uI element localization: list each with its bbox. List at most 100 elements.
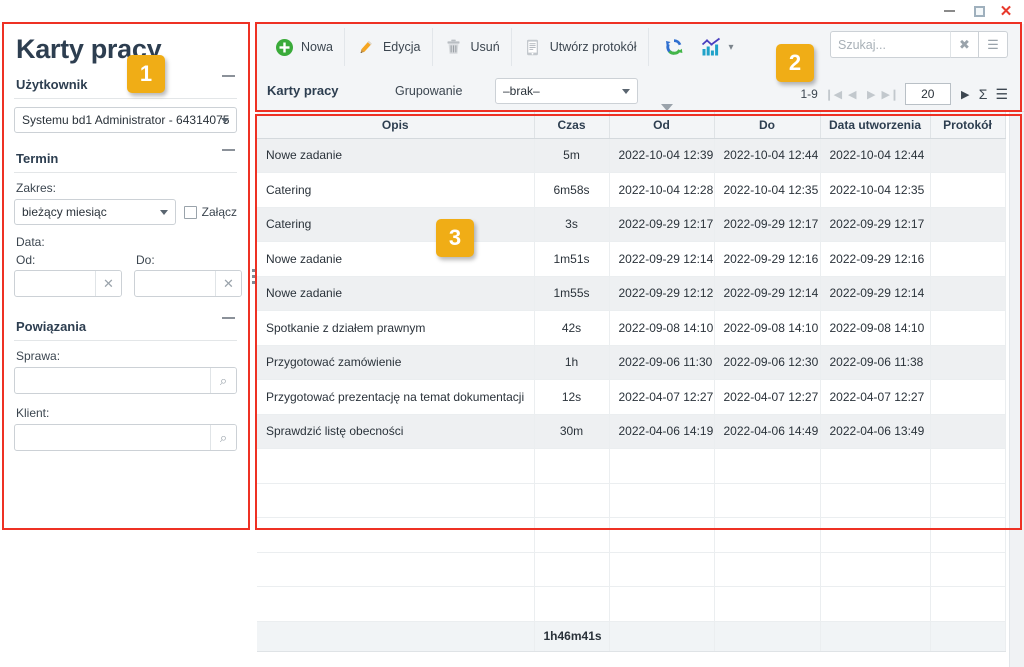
zalacz-checkbox[interactable] <box>183 205 197 219</box>
cell-protokol <box>930 379 1006 415</box>
plus-circle-icon <box>274 37 294 57</box>
chart-dropdown-caret-icon[interactable]: ▾ <box>729 42 734 53</box>
next-page-icon[interactable]: ▶ <box>864 85 879 103</box>
user-select[interactable]: Systemu bd1 Administrator - 64314075 <box>14 107 237 133</box>
klient-input[interactable] <box>15 425 210 450</box>
chart-button[interactable]: ▾ <box>694 28 740 66</box>
cell-do: 2022-04-07 12:27 <box>714 379 821 415</box>
cell-opis: Spotkanie z działem prawnym <box>257 310 535 346</box>
column-header-protokol[interactable]: Protokół <box>930 112 1006 139</box>
sprawa-field[interactable]: ⌕ <box>14 367 237 394</box>
application-window: ✕ Karty pracy Użytkownik Systemu bd1 Adm… <box>0 0 1024 667</box>
filter-sidebar: Karty pracy Użytkownik Systemu bd1 Admin… <box>4 24 247 528</box>
prev-page-icon[interactable]: ◀ <box>845 85 860 103</box>
cell-empty <box>930 517 1006 553</box>
table-row-empty[interactable] <box>257 483 1006 518</box>
cell-empty <box>930 483 1006 518</box>
cell-protokol <box>930 241 1006 277</box>
cell-opis: Catering <box>257 207 535 242</box>
cell-empty <box>257 448 535 484</box>
create-protocol-button[interactable]: Utwórz protokół <box>512 28 649 66</box>
table-row[interactable]: Przygotować zamówienie 1h 2022-09-06 11:30… <box>257 345 1006 380</box>
table-row[interactable]: Nowe zadanie 1m55s 2022-09-29 12:12 2022-09… <box>257 276 1006 311</box>
close-icon[interactable]: ✕ <box>994 1 1024 21</box>
data-label: Data: <box>16 235 45 249</box>
cell-protokol <box>930 172 1006 208</box>
table-row[interactable]: Catering 3s 2022-09-29 12:17 2022-09-29 12:… <box>257 207 1006 242</box>
cell-czas: 42s <box>534 310 610 346</box>
search-input[interactable] <box>830 31 950 58</box>
table-row[interactable]: Catering 6m58s 2022-10-04 12:28 2022-10-04 … <box>257 172 1006 208</box>
do-date-field[interactable]: ✕ <box>134 270 242 297</box>
zalacz-checkbox-wrap[interactable]: Załącz <box>183 205 237 219</box>
collapse-icon[interactable] <box>222 149 235 151</box>
table-row[interactable]: Sprawdzić listę obecności 30m 2022-04-06 1… <box>257 414 1006 449</box>
klient-field[interactable]: ⌕ <box>14 424 237 451</box>
cell-empty <box>930 552 1006 587</box>
search-icon[interactable]: ⌕ <box>210 425 236 450</box>
chevron-down-icon <box>221 118 229 123</box>
table-row-empty[interactable] <box>257 448 1006 484</box>
column-header-opis[interactable]: Opis <box>257 112 535 139</box>
cell-empty <box>257 586 535 622</box>
page-size-input[interactable] <box>904 83 951 105</box>
delete-button[interactable]: Usuń <box>433 28 512 66</box>
sprawa-input[interactable] <box>15 368 210 393</box>
od-date-field[interactable]: ✕ <box>14 270 122 297</box>
go-page-icon[interactable]: ▶ <box>958 85 973 103</box>
refresh-button[interactable] <box>649 28 694 66</box>
column-header-czas[interactable]: Czas <box>534 112 610 139</box>
table-row[interactable]: Nowe zadanie 5m 2022-10-04 12:39 2022-10-04… <box>257 138 1006 173</box>
table-row-empty[interactable] <box>257 517 1006 553</box>
table-row[interactable]: Nowe zadanie 1m51s 2022-09-29 12:14 2022-09… <box>257 241 1006 277</box>
clear-icon[interactable]: ✕ <box>95 271 121 296</box>
last-page-icon[interactable]: ▶❙ <box>881 85 899 103</box>
collapse-icon[interactable] <box>222 75 235 77</box>
collapse-icon[interactable] <box>222 317 235 319</box>
column-header-od[interactable]: Od <box>609 112 715 139</box>
sum-icon[interactable]: Σ <box>977 86 990 102</box>
grouping-select[interactable]: –brak– <box>495 77 638 104</box>
document-icon <box>523 37 543 57</box>
do-label: Do: <box>136 253 155 267</box>
klient-label: Klient: <box>16 406 50 420</box>
table-row[interactable]: Spotkanie z działem prawnym 42s 2022-09-08… <box>257 310 1006 346</box>
cell-empty <box>820 517 931 553</box>
first-page-icon[interactable]: ❙◀ <box>824 85 842 103</box>
cell-empty <box>609 552 715 587</box>
cell-do: 2022-04-06 14:49 <box>714 414 821 449</box>
grid-header-row: Opis Czas Od Do Data utworzenia Protokół <box>257 112 1006 139</box>
table-row[interactable]: Przygotować prezentację na temat dokumen… <box>257 379 1006 415</box>
table-row-empty[interactable] <box>257 552 1006 587</box>
clear-icon[interactable]: ✕ <box>215 271 241 296</box>
search-menu-icon[interactable]: ☰ <box>979 31 1008 58</box>
minimize-icon[interactable] <box>934 1 964 21</box>
column-header-data-utworzenia[interactable]: Data utworzenia <box>820 112 931 139</box>
vertical-scrollbar[interactable] <box>1009 112 1024 667</box>
search-box: ✖ ☰ <box>830 31 1008 58</box>
zakres-select[interactable]: bieżący miesiąc <box>14 199 176 225</box>
search-icon[interactable]: ⌕ <box>210 368 236 393</box>
od-date-input[interactable] <box>15 271 95 296</box>
table-row-empty[interactable] <box>257 586 1006 622</box>
cell-utworzenia: 2022-04-06 13:49 <box>820 414 931 449</box>
maximize-icon[interactable] <box>964 1 994 21</box>
cell-czas: 6m58s <box>534 172 610 208</box>
cell-empty <box>257 517 535 553</box>
cell-do: 2022-09-08 14:10 <box>714 310 821 346</box>
cell-protokol <box>930 276 1006 311</box>
section-header-uzytkownik: Użytkownik <box>14 73 237 99</box>
edit-button[interactable]: Edycja <box>345 28 433 66</box>
do-date-input[interactable] <box>135 271 215 296</box>
search-clear-icon[interactable]: ✖ <box>950 31 979 58</box>
cell-czas: 12s <box>534 379 610 415</box>
grid-menu-icon[interactable]: ☰ <box>993 86 1010 103</box>
cell-empty <box>714 517 821 553</box>
new-button[interactable]: Nowa <box>263 28 345 66</box>
pane-splitter[interactable] <box>250 24 257 528</box>
cell-empty <box>714 586 821 622</box>
cell-empty <box>714 552 821 587</box>
column-header-do[interactable]: Do <box>714 112 821 139</box>
cell-opis: Przygotować prezentację na temat dokumen… <box>257 379 535 415</box>
cell-empty <box>820 483 931 518</box>
